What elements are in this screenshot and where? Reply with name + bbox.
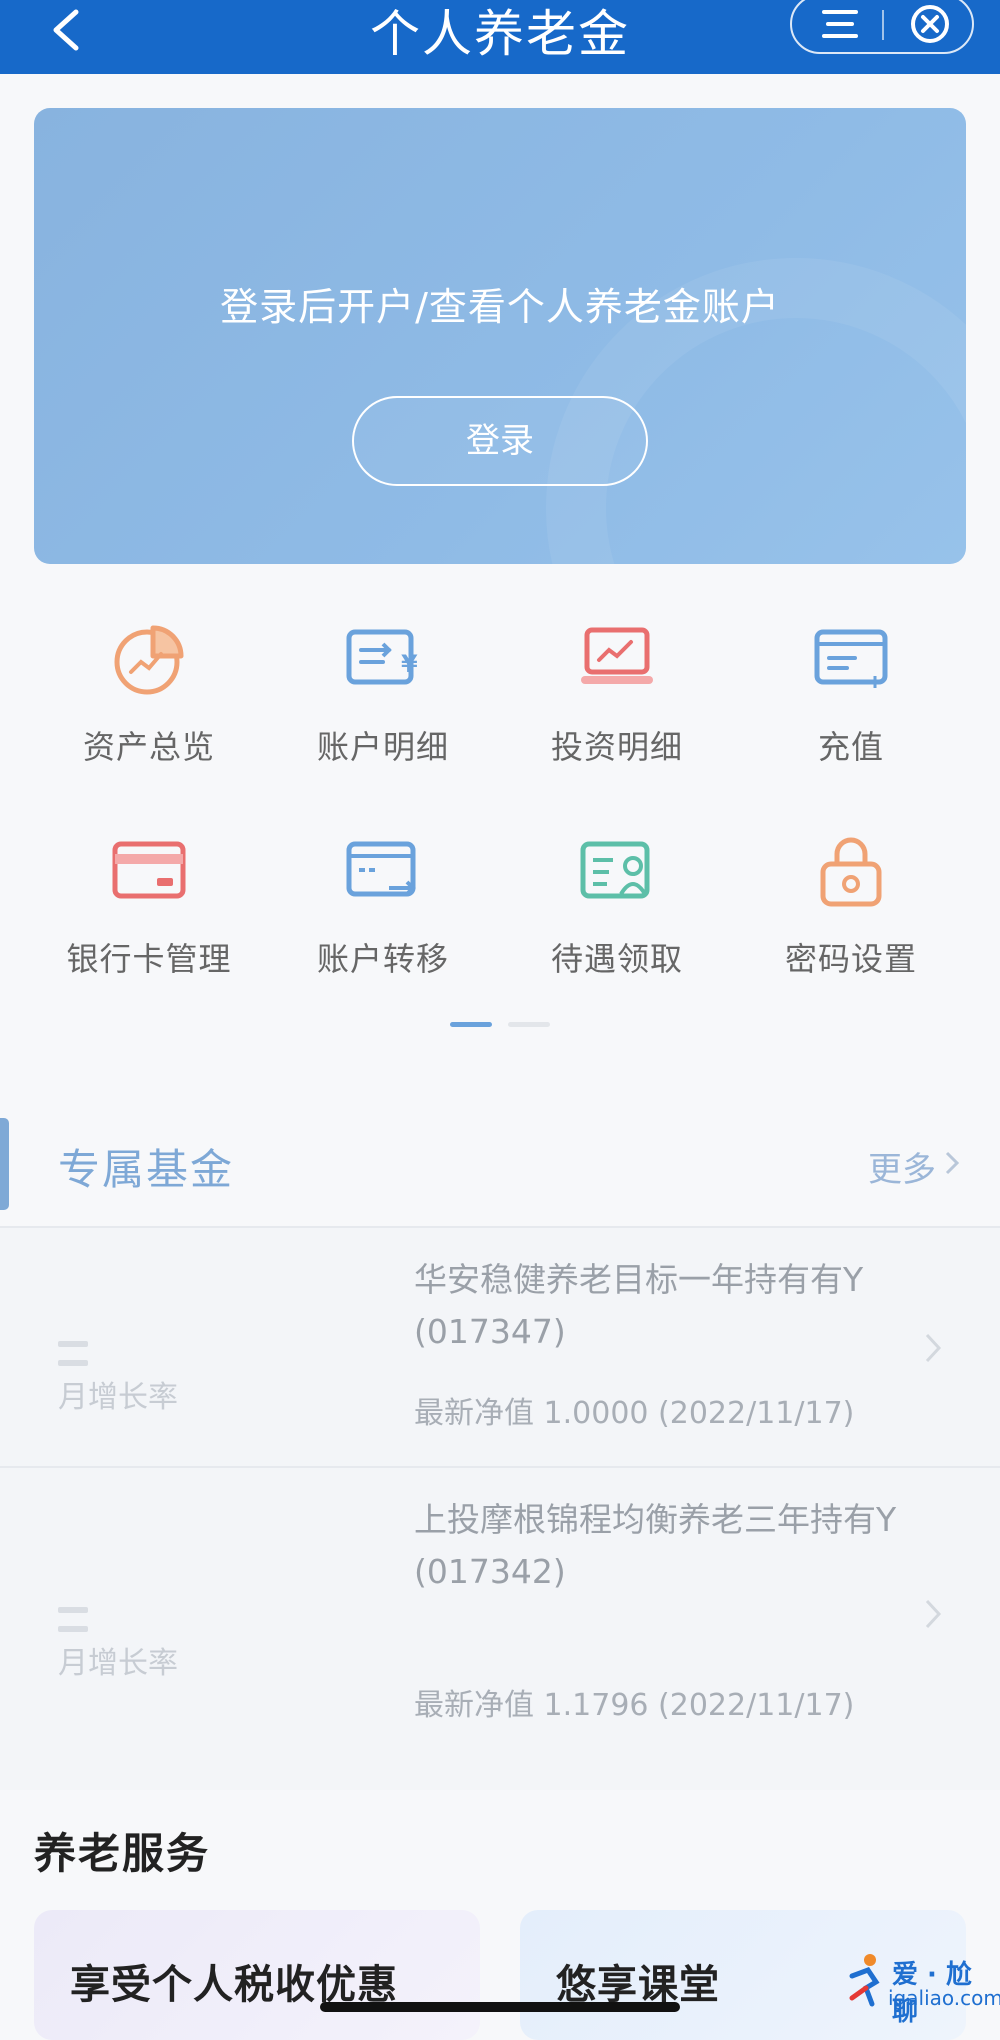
fund-name: 华安稳健养老目标一年持有有Y (017347) bbox=[414, 1260, 864, 1351]
laptop-chart-icon bbox=[581, 627, 653, 684]
chevron-right-icon bbox=[925, 1333, 942, 1363]
function-label: 银行卡管理 bbox=[66, 940, 232, 978]
fund-nav: 最新净值 1.1796 (2022/11/17) bbox=[414, 1688, 855, 1723]
fund-nav: 最新净值 1.0000 (2022/11/17) bbox=[414, 1396, 855, 1431]
section-accent-bar bbox=[0, 1118, 9, 1210]
function-bank-card-management[interactable]: 银行卡管理 bbox=[34, 832, 264, 980]
function-label: 密码设置 bbox=[784, 940, 917, 978]
login-banner: 登录后开户/查看个人养老金账户 登录 bbox=[34, 108, 966, 564]
function-label: 充值 bbox=[817, 728, 884, 766]
svg-text:¥: ¥ bbox=[401, 650, 418, 678]
chevron-right-icon bbox=[925, 1599, 942, 1629]
capsule-divider bbox=[882, 10, 884, 40]
menu-icon[interactable] bbox=[820, 6, 860, 42]
function-recharge[interactable]: 充值 bbox=[736, 620, 966, 768]
function-investment-details[interactable]: 投资明细 bbox=[502, 620, 732, 768]
transfer-card-icon: ¥ bbox=[346, 629, 418, 685]
home-indicator bbox=[320, 2002, 680, 2012]
card-arrow-icon bbox=[346, 841, 416, 897]
growth-rate-label: 月增长率 bbox=[58, 1646, 178, 1681]
function-label: 账户明细 bbox=[316, 728, 449, 766]
runner-logo-icon bbox=[849, 1954, 880, 2007]
funds-header: 专属基金 更多 bbox=[0, 1100, 1000, 1226]
page-dot-active bbox=[450, 1022, 492, 1027]
more-link[interactable]: 更多 bbox=[868, 1142, 936, 1191]
login-button[interactable]: 登录 bbox=[352, 396, 648, 486]
function-account-details[interactable]: ¥ 账户明细 bbox=[268, 620, 498, 768]
function-label: 投资明细 bbox=[550, 728, 683, 766]
function-asset-overview[interactable]: 资产总览 bbox=[34, 620, 264, 768]
services-title: 养老服务 bbox=[34, 1829, 211, 1878]
close-icon[interactable] bbox=[908, 2, 952, 46]
service-card-tax-benefit[interactable]: 享受个人税收优惠 bbox=[34, 1910, 480, 2040]
mini-program-capsule bbox=[790, 0, 974, 54]
function-label: 资产总览 bbox=[82, 728, 215, 766]
growth-rate-label: 月增长率 bbox=[58, 1380, 178, 1415]
top-bar: 个人养老金 bbox=[0, 0, 1000, 74]
lock-icon bbox=[820, 837, 882, 907]
function-password-settings[interactable]: 密码设置 bbox=[736, 832, 966, 980]
person-card-icon bbox=[580, 841, 650, 899]
function-benefit-claim[interactable]: 待遇领取 bbox=[502, 832, 732, 980]
function-label: 账户转移 bbox=[316, 940, 449, 978]
bank-card-icon bbox=[112, 841, 186, 899]
growth-rate-placeholder bbox=[58, 1332, 136, 1366]
section-title: 专属基金 bbox=[58, 1145, 235, 1194]
divider bbox=[0, 1226, 1000, 1228]
divider bbox=[0, 1466, 1000, 1468]
chevron-right-icon[interactable] bbox=[944, 1150, 960, 1176]
exclusive-funds-section: 专属基金 更多 月增长率 华安稳健养老目标一年持有有Y (017347) 最新净… bbox=[0, 1100, 1000, 1790]
growth-rate-placeholder bbox=[58, 1598, 136, 1632]
page-dot bbox=[508, 1022, 550, 1027]
card-plus-icon bbox=[814, 629, 888, 688]
function-label: 待遇领取 bbox=[550, 940, 683, 978]
watermark-domain: igaliao.com bbox=[888, 1986, 1000, 2010]
watermark-logo: 爱 · 尬聊 igaliao.com bbox=[842, 1952, 1000, 2027]
function-account-transfer[interactable]: 账户转移 bbox=[268, 832, 498, 980]
pie-chart-icon bbox=[114, 625, 184, 695]
login-prompt-text: 登录后开户/查看个人养老金账户 bbox=[220, 285, 780, 329]
fund-name: 上投摩根锦程均衡养老三年持有Y (017342) bbox=[414, 1500, 897, 1591]
